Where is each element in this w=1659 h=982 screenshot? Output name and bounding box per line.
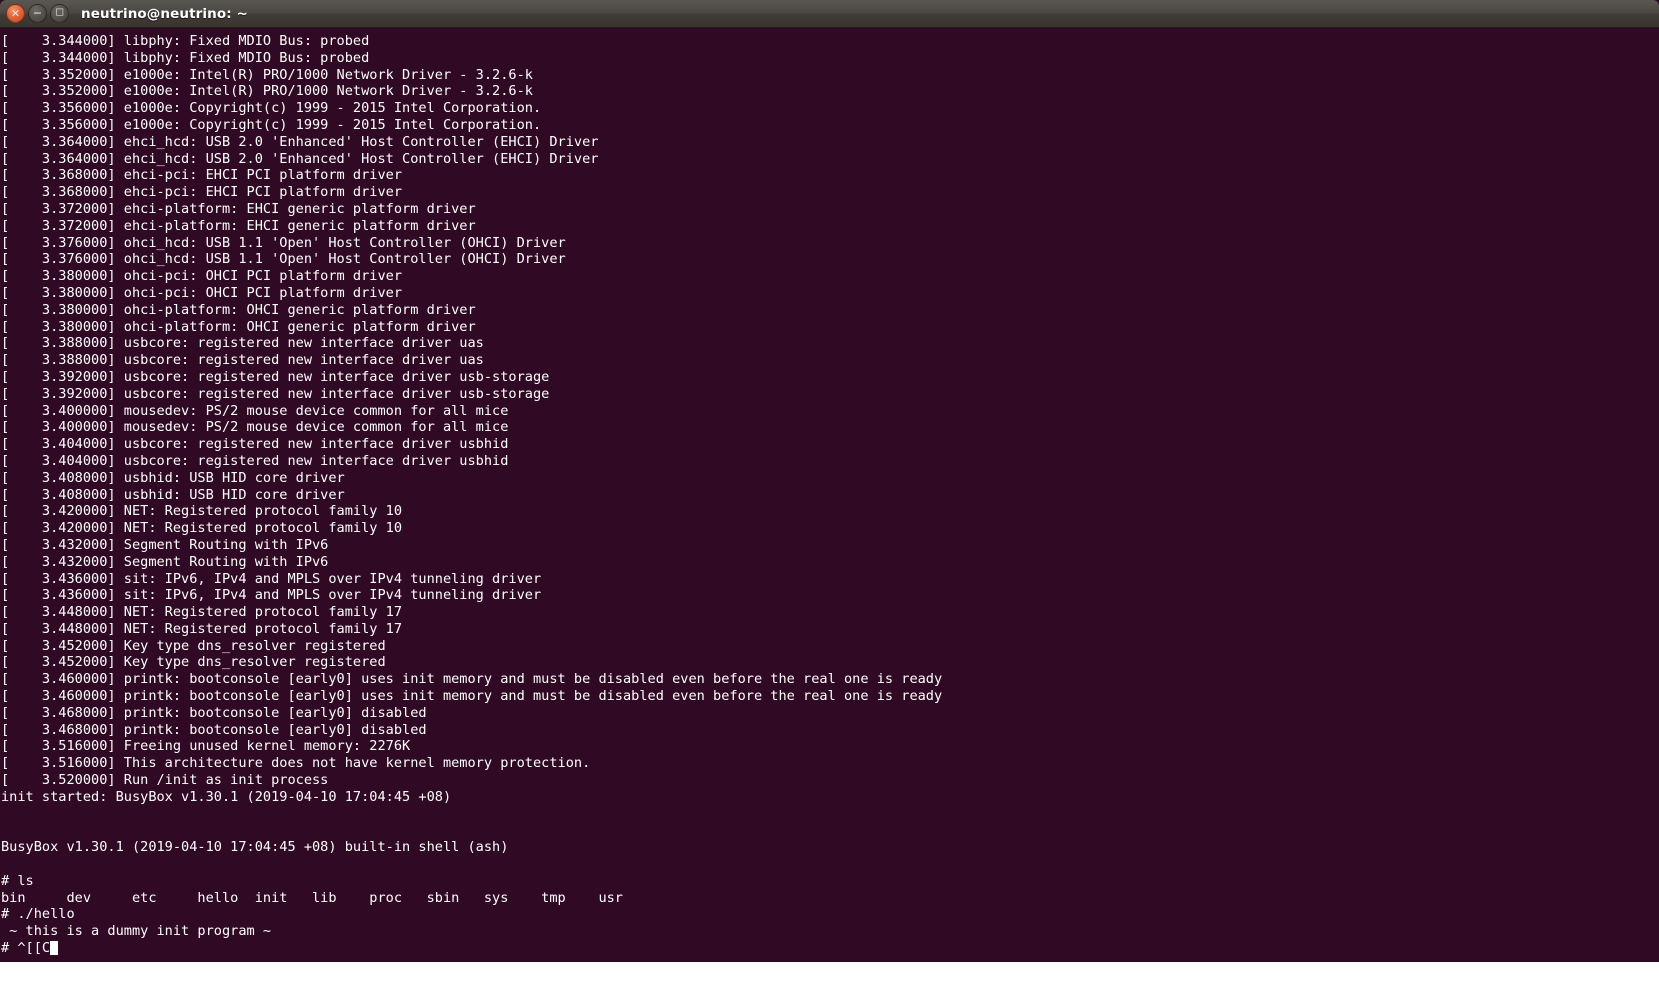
close-button[interactable]: × <box>6 4 25 23</box>
terminal-line: [ 3.368000] ehci-pci: EHCI PCI platform … <box>1 184 403 201</box>
terminal-window: × − □ neutrino@neutrino: ~ [ 3.344000] l… <box>0 0 1659 982</box>
minicom-status-bar: CTRL-A Z for help | 115200 8N1 | NOR | M… <box>0 962 1659 982</box>
terminal-line: [ 3.420000] NET: Registered protocol fam… <box>1 503 403 520</box>
terminal-line: [ 3.344000] libphy: Fixed MDIO Bus: prob… <box>1 33 370 49</box>
terminal-line: [ 3.380000] ohci-platform: OHCI generic … <box>1 318 476 335</box>
terminal-line: [ 3.352000] e1000e: Intel(R) PRO/1000 Ne… <box>1 66 533 83</box>
terminal-line: [ 3.380000] ohci-pci: OHCI PCI platform … <box>1 284 403 301</box>
terminal-line: [ 3.376000] ohci_hcd: USB 1.1 'Open' Hos… <box>1 234 566 251</box>
terminal-line: [ 3.452000] Key type dns_resolver regist… <box>1 654 386 671</box>
terminal-line: [ 3.372000] ehci-platform: EHCI generic … <box>1 217 476 234</box>
terminal-line: [ 3.452000] Key type dns_resolver regist… <box>1 637 386 654</box>
shell-prompt-text: # ^[[C <box>1 940 51 957</box>
terminal-line: bin dev etc hello init lib proc sbin sys… <box>1 889 623 906</box>
terminal-line: [ 3.368000] ehci-pci: EHCI PCI platform … <box>1 167 403 184</box>
maximize-icon: □ <box>55 7 64 18</box>
terminal-line: [ 3.344000] libphy: Fixed MDIO Bus: prob… <box>1 49 370 66</box>
terminal-line: [ 3.392000] usbcore: registered new inte… <box>1 385 550 402</box>
terminal-line: [ 3.376000] ohci_hcd: USB 1.1 'Open' Hos… <box>1 251 566 268</box>
terminal-line: [ 3.448000] NET: Registered protocol fam… <box>1 620 403 637</box>
terminal-line: [ 3.404000] usbcore: registered new inte… <box>1 452 509 469</box>
terminal-line: [ 3.400000] mousedev: PS/2 mouse device … <box>1 419 509 436</box>
terminal-line: [ 3.436000] sit: IPv6, IPv4 and MPLS ove… <box>1 587 542 604</box>
terminal-line: [ 3.380000] ohci-platform: OHCI generic … <box>1 301 476 318</box>
terminal-line: [ 3.432000] Segment Routing with IPv6 <box>1 553 329 570</box>
terminal-line: [ 3.468000] printk: bootconsole [early0]… <box>1 704 427 721</box>
terminal-line: [ 3.420000] NET: Registered protocol fam… <box>1 520 403 537</box>
close-icon: × <box>10 6 21 20</box>
terminal-line: [ 3.520000] Run /init as init process <box>1 772 329 789</box>
minimize-icon: − <box>32 6 43 20</box>
terminal-line: [ 3.436000] sit: IPv6, IPv4 and MPLS ove… <box>1 570 542 587</box>
terminal-output-area[interactable]: [ 3.344000] libphy: Fixed MDIO Bus: prob… <box>0 28 1659 960</box>
terminal-line: [ 3.392000] usbcore: registered new inte… <box>1 368 550 385</box>
terminal-line: [ 3.460000] printk: bootconsole [early0]… <box>1 671 943 688</box>
terminal-line: [ 3.388000] usbcore: registered new inte… <box>1 352 484 369</box>
terminal-line: [ 3.372000] ehci-platform: EHCI generic … <box>1 200 476 217</box>
terminal-line: [ 3.408000] usbhid: USB HID core driver <box>1 469 345 486</box>
terminal-line: # ls <box>1 872 34 889</box>
terminal-line: [ 3.448000] NET: Registered protocol fam… <box>1 604 403 621</box>
shell-prompt-line[interactable]: # ^[[C <box>1 940 1659 957</box>
terminal-line: [ 3.460000] printk: bootconsole [early0]… <box>1 688 943 705</box>
terminal-line: [ 3.516000] Freeing unused kernel memory… <box>1 738 411 755</box>
terminal-line: [ 3.408000] usbhid: USB HID core driver <box>1 486 345 503</box>
window-title: neutrino@neutrino: ~ <box>81 5 248 22</box>
window-controls: × − □ <box>6 4 69 23</box>
maximize-button[interactable]: □ <box>50 4 69 23</box>
terminal-line: init started: BusyBox v1.30.1 (2019-04-1… <box>1 788 452 805</box>
terminal-line: [ 3.400000] mousedev: PS/2 mouse device … <box>1 402 509 419</box>
terminal-line: [ 3.356000] e1000e: Copyright(c) 1999 - … <box>1 116 542 133</box>
terminal-line: [ 3.380000] ohci-pci: OHCI PCI platform … <box>1 268 403 285</box>
terminal-line: [ 3.352000] e1000e: Intel(R) PRO/1000 Ne… <box>1 83 533 100</box>
minimize-button[interactable]: − <box>28 4 47 23</box>
terminal-line: [ 3.364000] ehci_hcd: USB 2.0 'Enhanced'… <box>1 133 599 150</box>
terminal-line: [ 3.432000] Segment Routing with IPv6 <box>1 536 329 553</box>
terminal-line: # ./hello <box>1 906 75 923</box>
terminal-line: ~ this is a dummy init program ~ <box>1 923 272 940</box>
terminal-line: [ 3.468000] printk: bootconsole [early0]… <box>1 721 427 738</box>
terminal-line: BusyBox v1.30.1 (2019-04-10 17:04:45 +08… <box>1 839 509 856</box>
terminal-line: [ 3.404000] usbcore: registered new inte… <box>1 436 509 453</box>
terminal-line: [ 3.516000] This architecture does not h… <box>1 755 591 772</box>
terminal-line: [ 3.364000] ehci_hcd: USB 2.0 'Enhanced'… <box>1 150 599 167</box>
text-cursor <box>50 940 59 955</box>
window-titlebar[interactable]: × − □ neutrino@neutrino: ~ <box>0 0 1659 28</box>
terminal-log-lines: [ 3.344000] libphy: Fixed MDIO Bus: prob… <box>0 28 1659 957</box>
terminal-line: [ 3.388000] usbcore: registered new inte… <box>1 335 484 352</box>
terminal-line: [ 3.356000] e1000e: Copyright(c) 1999 - … <box>1 100 542 117</box>
